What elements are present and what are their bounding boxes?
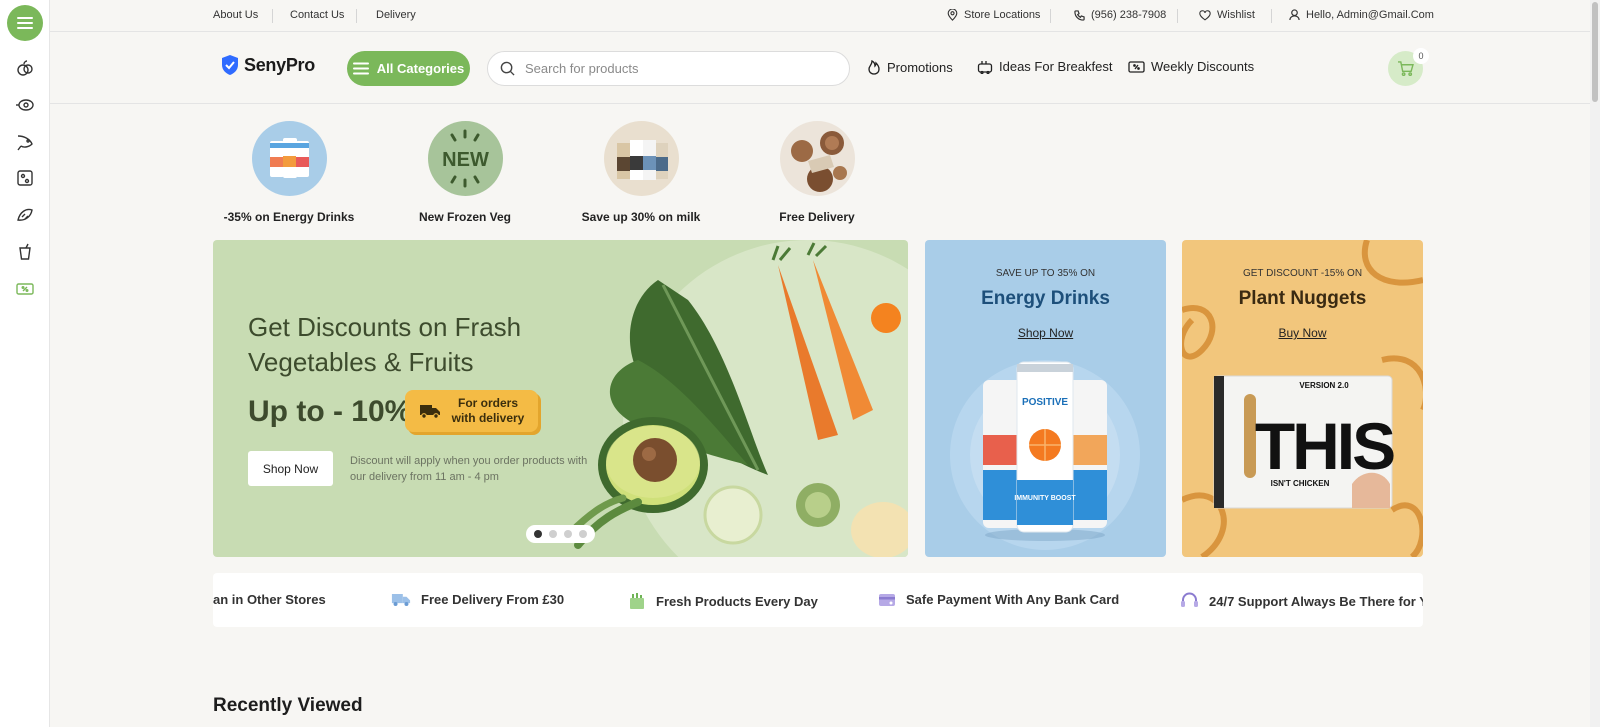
carousel-dot-3[interactable] — [564, 530, 572, 538]
top-bar: About Us Contact Us Delivery Store Locat… — [50, 0, 1590, 32]
feature-item: 24/7 Support Always Be There for You — [1180, 592, 1423, 610]
feature-item: an in Other Stores — [213, 592, 326, 607]
toaster-icon — [977, 61, 993, 74]
can-tagline-text: IMMUNITY BOOST — [1014, 495, 1076, 502]
search-icon — [500, 61, 515, 76]
carousel-dot-2[interactable] — [549, 530, 557, 538]
energy-cans-illustration: POSITIVE IMMUNITY BOOST — [950, 360, 1140, 550]
divider — [1177, 9, 1178, 23]
category-energy-drinks[interactable]: -35% on Energy Drinks — [214, 121, 364, 224]
seafood-icon[interactable] — [15, 132, 35, 152]
menu-button[interactable] — [7, 5, 43, 41]
bakery-icon[interactable] — [15, 205, 35, 225]
user-icon — [1289, 9, 1300, 21]
hero-banner[interactable]: Get Discounts on Frash Vegetables & Frui… — [213, 240, 908, 557]
hamburger-icon — [352, 62, 369, 75]
contact-link[interactable]: Contact Us — [290, 9, 344, 21]
search-input[interactable] — [525, 61, 825, 76]
hero-title: Get Discounts on Frash Vegetables & Frui… — [248, 312, 522, 377]
hero-produce-illustration — [568, 240, 908, 557]
feature-item: Free Delivery From £30 — [391, 592, 564, 607]
category-image — [779, 121, 855, 196]
left-rail — [0, 0, 50, 727]
shield-logo-icon — [222, 55, 238, 75]
credit-card-icon — [879, 593, 895, 606]
pack-version-text: VERSION 2.0 — [1299, 381, 1349, 390]
category-image — [603, 121, 679, 196]
vegetables-icon[interactable] — [15, 58, 35, 78]
energy-shop-now-link[interactable]: Shop Now — [925, 326, 1166, 340]
carousel-dot-4[interactable] — [579, 530, 587, 538]
main-header: SenyPro All Categories Promotions Ideas … — [50, 32, 1590, 104]
menu-icon — [17, 17, 33, 29]
store-locations-link[interactable]: Store Locations — [947, 9, 1040, 21]
cart-icon — [1398, 61, 1414, 76]
heart-icon — [1199, 9, 1211, 20]
account-link[interactable]: Hello, Admin@Gmail.Com — [1289, 9, 1434, 21]
meat-icon[interactable] — [15, 95, 35, 115]
truck-icon — [420, 405, 440, 419]
divider — [1271, 9, 1272, 23]
phone-link[interactable]: (956) 238-7908 — [1074, 9, 1166, 21]
category-milk[interactable]: Save up 30% on milk — [566, 121, 716, 224]
category-free-delivery[interactable]: Free Delivery — [742, 121, 892, 224]
divider — [1050, 9, 1051, 23]
hero-note: Discount will apply when you order produ… — [350, 455, 588, 483]
promotions-link[interactable]: Promotions — [867, 59, 953, 75]
pack-this-text: THIS — [1255, 409, 1394, 483]
coupon-icon — [1128, 60, 1145, 73]
scrollbar-thumb[interactable] — [1592, 2, 1598, 102]
flame-icon — [868, 59, 880, 75]
support-headset-icon — [1181, 592, 1198, 607]
new-badge-text: NEW — [442, 149, 489, 171]
pack-subtitle-text: ISN'T CHICKEN — [1271, 479, 1330, 488]
delivery-tag: For orders with delivery — [405, 390, 538, 432]
divider — [356, 9, 357, 23]
nuggets-buy-now-link[interactable]: Buy Now — [1182, 326, 1423, 340]
feature-item: Safe Payment With Any Bank Card — [878, 592, 1119, 607]
promo-energy-drinks[interactable]: SAVE UP TO 35% ON Energy Drinks Shop Now… — [925, 240, 1166, 557]
category-image: NEW — [427, 121, 503, 196]
all-categories-button[interactable]: All Categories — [347, 51, 470, 86]
wishlist-link[interactable]: Wishlist — [1199, 9, 1255, 21]
dairy-icon[interactable] — [15, 168, 35, 188]
hero-shop-now-button[interactable]: Shop Now — [248, 451, 333, 486]
logo[interactable]: SenyPro — [220, 54, 315, 76]
truck-icon — [391, 594, 411, 607]
category-image — [251, 121, 327, 196]
about-link[interactable]: About Us — [213, 9, 258, 21]
carousel-dots — [526, 525, 595, 543]
phone-icon — [1074, 9, 1085, 21]
location-pin-icon — [947, 9, 958, 21]
category-frozen-veg[interactable]: NEW New Frozen Veg — [390, 121, 540, 224]
can-brand-text: POSITIVE — [1022, 397, 1068, 408]
features-strip: an in Other Stores Free Delivery From £3… — [213, 573, 1423, 627]
nuggets-pack-illustration: VERSION 2.0 THIS ISN'T CHICKEN — [1213, 375, 1394, 509]
feature-item: Fresh Products Every Day — [628, 592, 818, 610]
fresh-produce-icon — [630, 593, 644, 609]
weekly-discounts-link[interactable]: Weekly Discounts — [1128, 59, 1254, 74]
promo-plant-nuggets[interactable]: GET DISCOUNT -15% ON Plant Nuggets Buy N… — [1182, 240, 1423, 557]
delivery-link[interactable]: Delivery — [376, 9, 416, 21]
cart-count-badge: 0 — [1413, 48, 1429, 64]
drinks-icon[interactable] — [15, 242, 35, 262]
search-box — [487, 51, 850, 86]
recently-viewed-title: Recently Viewed — [213, 695, 363, 716]
breakfast-ideas-link[interactable]: Ideas For Breakfest — [977, 59, 1112, 74]
carousel-dot-1[interactable] — [534, 530, 542, 538]
discount-icon[interactable] — [15, 279, 35, 299]
divider — [272, 9, 273, 23]
page-scrollbar[interactable] — [1590, 0, 1600, 727]
hero-discount: Up to - 10% — [248, 395, 412, 428]
